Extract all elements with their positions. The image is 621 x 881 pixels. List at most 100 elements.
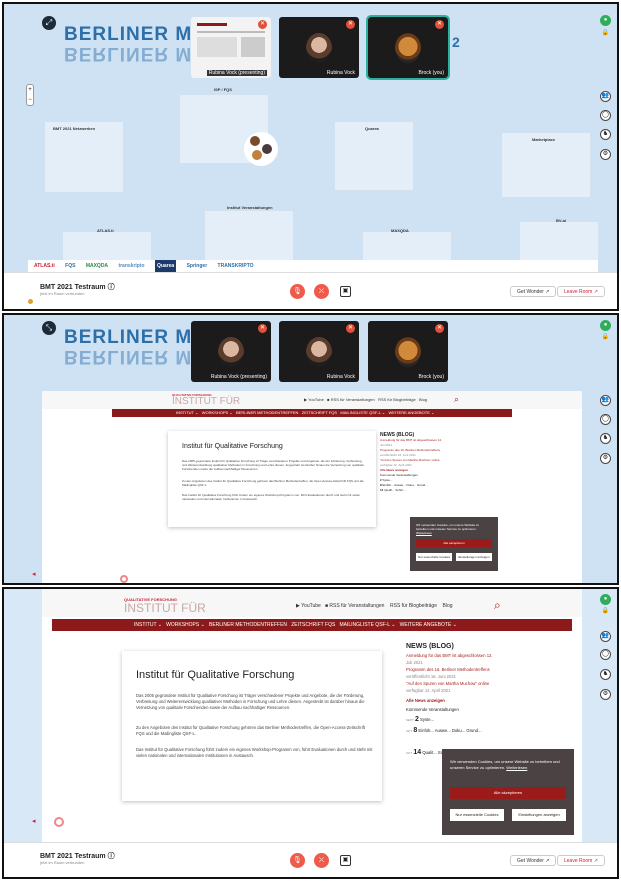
chat-icon[interactable]: ◯ <box>600 414 611 425</box>
site-nav[interactable]: INSTITUT ⌄ WORKSHOPS ⌄ BERLINER METHODEN… <box>52 619 572 631</box>
participant-name: Rubina Vock (presenting) <box>210 374 267 380</box>
nav-item[interactable]: WORKSHOPS ⌄ <box>202 410 233 415</box>
accept-all-button[interactable]: Alle akzeptieren <box>450 787 566 799</box>
accept-all-button[interactable]: Alle akzeptieren <box>416 539 492 547</box>
event-item[interactable]: OKT 8 Einfüh... Auswe... Doku... Grund..… <box>406 727 546 735</box>
nav-item[interactable]: BERLINER METHODENTREFFEN <box>236 410 298 415</box>
chat-icon[interactable]: ◯ <box>600 110 611 121</box>
accessibility-icon[interactable] <box>54 817 64 827</box>
top-links[interactable]: ▶ YouTube ■ RSS für Veranstaltungen RSS … <box>296 603 453 609</box>
mic-button[interactable]: 🎙 <box>290 284 305 299</box>
avatar <box>252 150 262 160</box>
all-news-link[interactable]: Alle News anzeigen <box>406 697 546 704</box>
video-tile-self[interactable]: ✕ Brock (you) <box>366 15 450 80</box>
news-sidebar: NEWS (BLOG) Anmeldung für das BMT ist ab… <box>380 433 490 493</box>
nav-item[interactable]: INSTITUT ⌄ <box>134 622 162 628</box>
mic-off-icon: ✕ <box>258 20 267 29</box>
website-header: QUALITATIVE FORSCHUNG INSTITUT FÜR ▶ You… <box>42 589 582 617</box>
leave-room-button[interactable]: Leave Room ↗ <box>557 286 605 297</box>
event-item[interactable]: 14 Qualit... Schrit... <box>380 488 490 493</box>
upcoming-heading: Kommende Veranstaltungen <box>406 707 459 712</box>
video-tile-self[interactable]: ✕ Brock (you) <box>368 321 448 382</box>
website-header: QUALITATIVE FORSCHUNG INSTITUT FÜR ▶ You… <box>42 391 582 409</box>
screen-share-thumbnail[interactable]: ✕ Rubina Vock (presenting) <box>191 17 271 78</box>
gear-icon[interactable]: ⚙ <box>600 149 611 160</box>
embedded-website[interactable]: QUALITATIVE FORSCHUNG INSTITUT FÜR ▶ You… <box>42 391 582 583</box>
site-logo[interactable]: INSTITUT FÜR <box>124 601 206 615</box>
nav-item[interactable]: ZEITSCHRIFT FQS <box>302 410 337 415</box>
nav-item[interactable]: ZEITSCHRIFT FQS <box>291 622 335 628</box>
nav-item[interactable]: WEITERE ANGEBOTE ⌄ <box>389 410 435 415</box>
search-icon[interactable]: ⌕ <box>454 394 459 405</box>
screen-share-button[interactable]: ▣ <box>340 855 351 866</box>
site-nav[interactable]: INSTITUT ⌄ WORKSHOPS ⌄ BERLINER METHODEN… <box>112 409 512 417</box>
zone-area[interactable]: Marketplace <box>501 132 591 198</box>
accessibility-icon[interactable] <box>120 575 128 583</box>
chat-icon[interactable]: ◯ <box>600 649 611 660</box>
news-date: veröffentlicht 16. Juni 2021 <box>406 674 456 679</box>
nav-item[interactable]: MAILINGLISTE QSF-L ⌄ <box>339 622 395 628</box>
event-item[interactable]: SEPT 2 Syste... <box>406 716 546 724</box>
news-link[interactable]: Anmeldung für das BMT ist abgeschlossen … <box>406 652 546 659</box>
lock-icon[interactable]: 🔒 <box>600 333 611 344</box>
people-icon[interactable]: 👥 <box>600 395 611 406</box>
zone-label: ATLAS.ti <box>97 228 114 233</box>
camera-button[interactable]: ⛌ <box>314 853 329 868</box>
room-map[interactable]: ⤡ BERLINER METHO BERLINER METHO ✕ Rubina… <box>4 315 617 583</box>
nav-item[interactable]: WORKSHOPS ⌄ <box>166 622 205 628</box>
search-icon[interactable]: ⌕ <box>494 598 501 613</box>
cookie-settings-button[interactable]: Einstellungen anzeigen <box>512 809 566 821</box>
leave-room-button[interactable]: Leave Room ↗ <box>557 855 605 866</box>
zone-area[interactable]: Quarea <box>334 121 414 191</box>
embedded-website[interactable]: QUALITATIVE FORSCHUNG INSTITUT FÜR ▶ You… <box>42 589 582 842</box>
lock-icon[interactable]: 🔒 <box>600 29 611 40</box>
news-link[interactable]: Programm des 16. Berliner Methodentreffe… <box>406 666 546 673</box>
nav-item[interactable]: INSTITUT ⌄ <box>176 410 198 415</box>
news-date: verfügbar 12. April 2021 <box>406 688 451 693</box>
exit-icon[interactable]: ◂ <box>32 570 36 578</box>
zone-area[interactable]: BMT 2021 Netzwerken <box>44 121 124 193</box>
collapse-icon[interactable]: ⤡ <box>42 321 56 335</box>
bike-icon[interactable]: ♞ <box>600 433 611 444</box>
get-wonder-button[interactable]: Get Wonder ↗ <box>510 286 557 297</box>
zone-label: BV-ai <box>556 218 567 223</box>
zoom-control[interactable]: + − <box>26 84 34 106</box>
zone-label: Institut Veranstaltungen <box>227 205 273 210</box>
site-logo[interactable]: INSTITUT FÜR <box>172 396 240 407</box>
nav-item[interactable]: BERLINER METHODENTREFFEN <box>209 622 287 628</box>
status-icon[interactable]: ● <box>600 594 611 605</box>
gear-icon[interactable]: ⚙ <box>600 453 611 464</box>
nav-item[interactable]: WEITERE ANGEBOTE ⌄ <box>400 622 457 628</box>
room-map[interactable]: ⤢ BERLINER METHO BERLINER METHO ✕ Rubina… <box>4 4 617 274</box>
screen-share-button[interactable]: ▣ <box>340 286 351 297</box>
lock-icon[interactable]: 🔒 <box>600 607 611 618</box>
mic-off-icon: ✕ <box>346 324 355 333</box>
zone-label: Marketplace <box>532 137 556 142</box>
gear-icon[interactable]: ⚙ <box>600 689 611 700</box>
bike-icon[interactable]: ♞ <box>600 669 611 680</box>
get-wonder-button[interactable]: Get Wonder ↗ <box>510 855 557 866</box>
status-icon[interactable]: ● <box>600 15 611 26</box>
video-tile-rubina[interactable]: ✕ Rubina Vock <box>279 321 359 382</box>
expand-icon[interactable]: ⤢ <box>42 16 56 30</box>
status-icon[interactable]: ● <box>600 320 611 331</box>
cookie-text: Wir verwenden Cookies, um unsere Website… <box>416 523 480 535</box>
news-link[interactable]: "Auf den Spuren von Martha Muchow" onlin… <box>406 680 546 687</box>
people-icon[interactable]: 👥 <box>600 631 611 642</box>
essential-cookies-button[interactable]: Nur essenzielle Cookies <box>416 553 452 561</box>
participant-name: Rubina Vock (presenting) <box>206 70 267 76</box>
user-cluster[interactable] <box>244 132 278 166</box>
top-links[interactable]: ▶ YouTube ■ RSS für Veranstaltungen RSS … <box>304 397 427 402</box>
room-map[interactable]: ⤡ QUALITATIVE FORSCHUNG INSTITUT FÜR ▶ Y… <box>4 589 617 842</box>
nav-item[interactable]: MAILINGLISTE QSF-L ⌄ <box>340 410 385 415</box>
mic-button[interactable]: 🎙 <box>290 853 305 868</box>
bike-icon[interactable]: ♞ <box>600 129 611 140</box>
people-icon[interactable]: 👥 <box>600 91 611 102</box>
cookie-settings-button[interactable]: Einstellungen anzeigen <box>456 553 492 561</box>
exit-icon[interactable]: ◂ <box>32 817 36 825</box>
essential-cookies-button[interactable]: Nur essenzielle Cookies <box>450 809 504 821</box>
video-tile-presenter[interactable]: ✕ Rubina Vock (presenting) <box>191 321 271 382</box>
camera-button[interactable]: ⛌ <box>314 284 329 299</box>
paragraph: Zu den Angeboten des Institut für Qualit… <box>136 725 365 736</box>
video-tile-rubina[interactable]: ✕ Rubina Vock <box>279 17 359 78</box>
